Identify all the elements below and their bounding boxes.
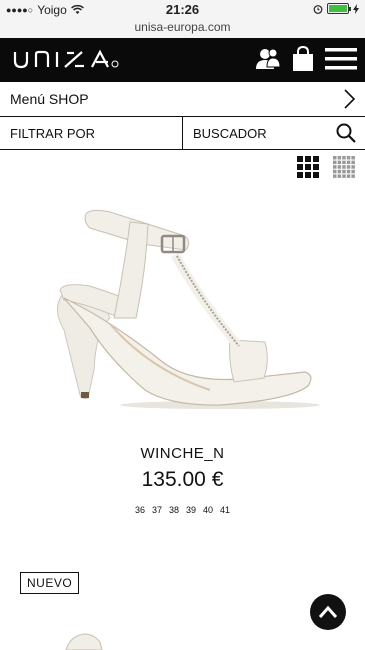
hamburger-icon[interactable] — [325, 47, 357, 71]
shop-menu-row[interactable]: Menú SHOP — [0, 82, 365, 117]
grid-large-icon[interactable] — [297, 156, 319, 178]
chevron-right-icon — [344, 89, 355, 109]
user-icon[interactable] — [255, 47, 281, 71]
product-name[interactable]: WINCHE_N — [0, 445, 365, 462]
shopping-bag-icon[interactable] — [291, 46, 315, 72]
product-image[interactable] — [50, 200, 320, 420]
size-option: 40 — [203, 505, 214, 515]
size-option: 39 — [186, 505, 197, 515]
next-product-image[interactable] — [60, 632, 120, 650]
alarm-icon — [313, 4, 323, 14]
charging-icon — [353, 3, 359, 14]
size-option: 37 — [151, 505, 162, 515]
size-option: 41 — [220, 505, 231, 515]
address-bar[interactable]: unisa-europa.com — [0, 20, 365, 34]
size-option: 36 — [134, 505, 145, 515]
size-list: 36 37 38 39 40 41 — [0, 505, 365, 515]
shop-menu-label: Menú SHOP — [10, 91, 89, 107]
product-price: 135.00 € — [141, 468, 224, 491]
new-badge: NUEVO — [20, 572, 80, 594]
search-field[interactable]: BUSCADOR — [183, 117, 365, 149]
unisa-logo[interactable] — [12, 46, 122, 77]
header-actions — [255, 46, 357, 72]
status-icons — [313, 3, 359, 14]
unisa-logo-mark — [13, 49, 119, 69]
filter-label: FILTRAR POR — [10, 125, 95, 141]
grid-small-icon[interactable] — [333, 156, 355, 178]
grid-view-toggles — [297, 156, 355, 178]
clock: 21:26 — [165, 2, 200, 17]
search-label: BUSCADOR — [193, 125, 267, 141]
filter-search-row: FILTRAR POR BUSCADOR — [0, 117, 365, 150]
filter-button[interactable]: FILTRAR POR — [0, 117, 183, 149]
scroll-to-top-button[interactable] — [310, 594, 346, 630]
size-option: 38 — [168, 505, 179, 515]
status-bar: ●●●●○ Yoigo 21:26 unisa-europa.com — [0, 0, 365, 38]
chevron-up-icon — [318, 605, 338, 618]
sandal-illustration — [57, 209, 320, 409]
next-sandal-partial — [65, 633, 103, 650]
site-header — [0, 38, 365, 82]
search-icon[interactable] — [336, 123, 356, 143]
battery-icon — [327, 3, 351, 14]
